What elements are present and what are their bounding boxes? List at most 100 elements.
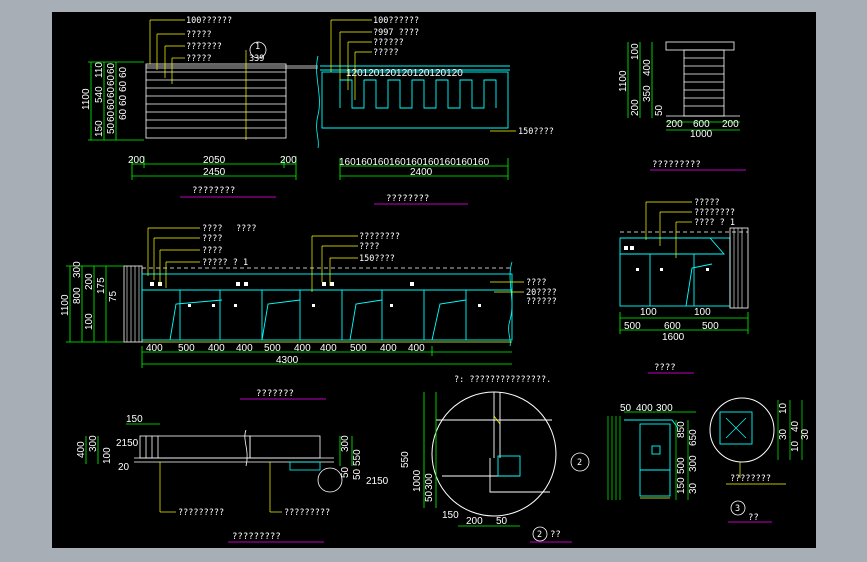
view3-dim-v: 200 <box>84 273 95 290</box>
view4-callout: ????? <box>694 198 720 208</box>
view4-end-post <box>729 227 749 309</box>
view4-leaders <box>645 201 692 258</box>
view1-title-left: ???????? <box>192 186 235 196</box>
view4-side-elevation: ????? ???????? ???? ? 1 100 100 500 600 … <box>619 198 749 374</box>
view2-dim-total: 1000 <box>690 129 713 140</box>
view1-bottom-total: 2450 <box>203 167 226 178</box>
detail2-dim-v: 300 <box>424 473 435 490</box>
detail2-title: ?? <box>550 530 561 540</box>
view2-dim-v: 100 <box>630 43 641 60</box>
detail2-profile <box>497 455 521 477</box>
detail3-dim-v: 30 <box>778 428 789 440</box>
view3-dim-v: 800 <box>72 287 83 304</box>
view2-dim-v: 400 <box>642 59 653 76</box>
detail3-magnified: 10 40 30 30 10 ???????? 3 ?? <box>709 397 811 523</box>
view1-callout-right: ?997 ???? <box>373 28 419 38</box>
view3-dim-h: 500 <box>350 343 367 354</box>
view1-callout-right: 100?????? <box>373 16 419 26</box>
view6-dim-top: 400 <box>636 403 653 414</box>
view1-elevation: 1100 110 540 150 60 60 60 60 60 50 60 60… <box>81 16 554 205</box>
detail3-title-num: 3 <box>735 504 740 514</box>
view1-section-mark-num: 1 <box>255 42 260 52</box>
view1-vert-dim: 60 <box>118 80 129 92</box>
view4-dim-top: 100 <box>640 307 657 318</box>
view1-callout-right: ????? <box>373 48 399 58</box>
detail2-title-num: 2 <box>537 530 542 540</box>
view3-dim-v: 100 <box>84 313 95 330</box>
detail2-dim-lines <box>423 392 520 527</box>
view5-dim: 300 <box>340 435 351 452</box>
view4-dim-h: 500 <box>624 321 641 332</box>
view3-callout-right: ???? <box>526 278 546 288</box>
view4-title: ???? <box>654 363 676 373</box>
view1-vert-dim: 60 <box>106 110 117 122</box>
view3-callout-mid: ???? <box>359 242 379 252</box>
view3-post-hatch <box>126 266 140 342</box>
view3-callout: ???? <box>202 224 222 234</box>
view2-dim-v: 1100 <box>618 70 629 92</box>
view6-dim-top: 300 <box>656 403 673 414</box>
view1-section-mark-sub: 339 <box>249 54 264 64</box>
view3-dim-h: 400 <box>294 343 311 354</box>
view3-callout: ????? ? 1 <box>202 258 248 268</box>
view1-vert-dim: 150 <box>94 120 105 137</box>
detail2-magnified: 2 550 1000 300 50 150 200 50 2 ?? <box>400 391 590 543</box>
view1-vert-dim: 60 <box>106 86 117 98</box>
view1-bottom-total-right: 2400 <box>410 167 433 178</box>
view4-dim-h: 500 <box>702 321 719 332</box>
view1-bottom-dim: 2050 <box>203 155 226 166</box>
cad-drawing[interactable]: 1100 110 540 150 60 60 60 60 60 50 60 60… <box>0 0 867 562</box>
view5-dim: 300 <box>88 435 99 452</box>
view3-dim-v: 75 <box>108 290 119 302</box>
view3-dim-v: 1100 <box>60 294 71 316</box>
view5-dim: 50 <box>352 468 363 480</box>
view6-dim-v: 650 <box>688 429 699 446</box>
view1-vert-dim: 60 <box>106 62 117 74</box>
view3-dim-h: 400 <box>236 343 253 354</box>
view1-callout: 100?????? <box>186 16 232 26</box>
view3-callout-right: ?????? <box>526 297 557 307</box>
view5-dim: 150 <box>126 414 143 425</box>
view2-dim-v: 200 <box>630 99 641 116</box>
detail2-dim-h: 200 <box>466 516 483 527</box>
detail2-callout-num: 2 <box>577 458 582 468</box>
view3-callout-mid: 150???? <box>359 254 395 264</box>
view2-cap <box>665 41 735 51</box>
view1-floor-note: 150???? <box>518 127 554 137</box>
detail3-dim-v: 30 <box>800 428 811 440</box>
view5-dim: 550 <box>352 449 363 466</box>
view4-dim-top: 100 <box>694 307 711 318</box>
view6-dim-v: 850 <box>676 421 687 438</box>
view4-callout: ???????? <box>694 208 735 218</box>
view5-section-body <box>134 435 334 463</box>
view5-leaders <box>159 462 282 513</box>
view3-break-line <box>508 261 513 347</box>
view1-vert-dim: 50 <box>106 122 117 134</box>
view3-dim-h: 400 <box>320 343 337 354</box>
view1-callout: ????? <box>186 54 212 64</box>
detail2-dim-h: 50 <box>496 516 508 527</box>
view3-dim-h: 400 <box>408 343 425 354</box>
detail3-title: ?? <box>748 513 759 523</box>
view2-end-elevation: 1100 100 400 350 200 50 200 600 200 1000… <box>618 41 746 171</box>
view1-vert-dim: 60 <box>106 98 117 110</box>
view5-title: ????????? <box>232 532 281 542</box>
view1-vert-total: 1100 <box>81 88 92 110</box>
view1-top-dims: 120120120120120120120 <box>346 68 463 79</box>
view5-callout: ????????? <box>284 508 330 518</box>
detail3-dim-v: 10 <box>790 440 801 452</box>
view1-callout: ????? <box>186 30 212 40</box>
view6-dim-v: 500 <box>676 457 687 474</box>
view3-dim-h: 400 <box>146 343 163 354</box>
view2-dim-v: 50 <box>654 104 665 116</box>
view5-dim: 2150 <box>366 476 389 487</box>
view3-counter-elevation: ???? ???? ???? ???? ????? ? 1 ???????? ?… <box>60 224 557 400</box>
view3-dim-total: 4300 <box>276 355 299 366</box>
view1-vert-dim: 60 <box>118 66 129 78</box>
detail2-dim-h: 150 <box>442 510 459 521</box>
view3-cabinet-run <box>141 273 513 341</box>
view5-dim: 20 <box>118 462 130 473</box>
view6-dim-v: 30 <box>688 482 699 494</box>
view1-break-line <box>316 55 320 149</box>
view1-bottom-dim: 200 <box>280 155 297 166</box>
